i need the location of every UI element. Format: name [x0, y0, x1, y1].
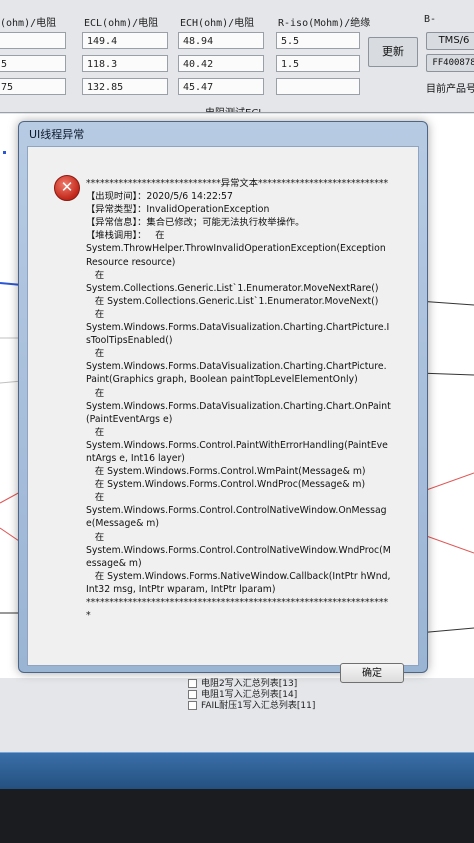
column-header-ech: ECH(ohm)/电阻: [180, 18, 255, 29]
table-cell[interactable]: 45.47: [178, 78, 264, 95]
column-header-resistance: (ohm)/电阻: [0, 18, 57, 29]
column-header-ecl: ECL(ohm)/电阻: [84, 18, 159, 29]
table-cell[interactable]: [0, 32, 66, 49]
exception-message: *****************************异常文本*******…: [86, 178, 391, 622]
table-cell[interactable]: 1.5: [276, 55, 360, 72]
column-header-r-iso: R-iso(Mohm)/绝缘: [278, 18, 371, 29]
legend-checkbox[interactable]: [188, 701, 197, 710]
table-cell[interactable]: 149.4: [82, 32, 168, 49]
exception-dialog: UI线程异常 ✕ *****************************异常…: [18, 121, 428, 683]
column-header-b: B-: [424, 14, 437, 25]
table-cell[interactable]: 48.94: [178, 32, 264, 49]
ok-button[interactable]: 确定: [340, 663, 404, 683]
taskbar[interactable]: [0, 752, 474, 789]
table-cell[interactable]: 5: [0, 55, 66, 72]
dialog-title: UI线程异常: [29, 128, 85, 141]
tms-button[interactable]: TMS/6: [426, 32, 474, 50]
table-cell[interactable]: 5.5: [276, 32, 360, 49]
table-cell[interactable]: 118.3: [82, 55, 168, 72]
table-cell[interactable]: 75: [0, 78, 66, 95]
update-button[interactable]: 更新: [368, 37, 418, 67]
legend-item[interactable]: FAIL耐压1写入汇总列表[11]: [188, 698, 315, 711]
ff-button[interactable]: FF400878: [426, 54, 474, 72]
table-cell[interactable]: 40.42: [178, 55, 264, 72]
table-cell[interactable]: 132.85: [82, 78, 168, 95]
current-product-label: 目前产品号: [426, 84, 474, 95]
dialog-body: ✕ *****************************异常文本*****…: [27, 146, 419, 683]
error-icon: ✕: [54, 175, 80, 201]
table-cell[interactable]: [276, 78, 360, 95]
